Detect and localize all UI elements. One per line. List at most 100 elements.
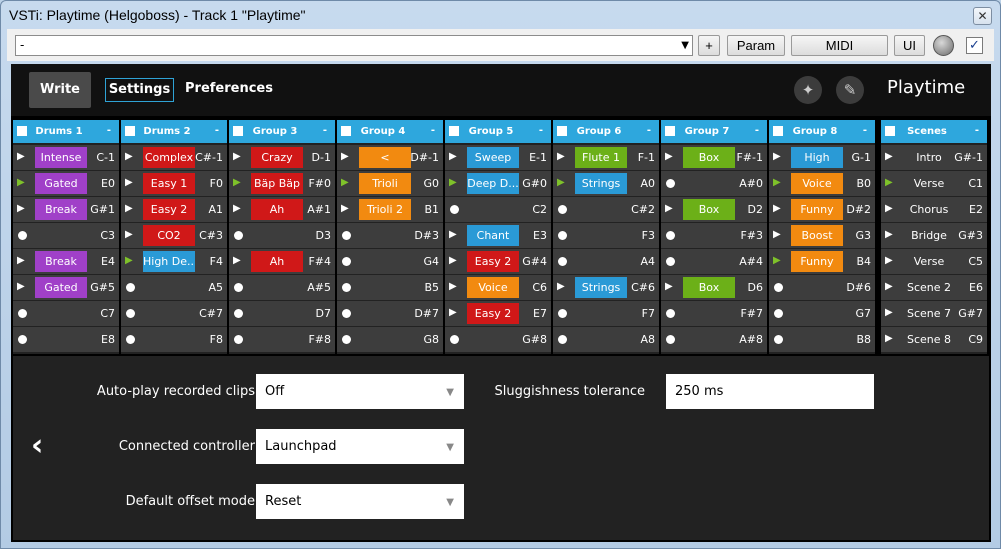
playing-icon[interactable]: ▶ <box>341 177 349 189</box>
play-icon[interactable]: ▶ <box>17 203 25 215</box>
record-dot-icon[interactable] <box>18 309 27 318</box>
play-icon[interactable]: ▶ <box>17 255 25 267</box>
clip-slot[interactable]: ▶ Strings A0 <box>553 171 659 196</box>
clip-slot[interactable]: D#3 <box>337 223 443 248</box>
column-menu[interactable]: - <box>647 125 651 136</box>
play-icon[interactable]: ▶ <box>341 203 349 215</box>
track-header[interactable]: Group 3 - <box>229 120 335 143</box>
scene-slot[interactable]: ▶ Bridge G#3 <box>881 223 987 248</box>
playing-icon[interactable]: ▶ <box>449 177 457 189</box>
clip-slot[interactable]: E8 <box>13 327 119 352</box>
play-icon[interactable]: ▶ <box>773 203 781 215</box>
track-header[interactable]: Group 6 - <box>553 120 659 143</box>
column-menu[interactable]: - <box>975 125 979 136</box>
record-dot-icon[interactable] <box>126 283 135 292</box>
clip-slot[interactable]: ▶ High G-1 <box>769 145 875 170</box>
record-dot-icon[interactable] <box>450 335 459 344</box>
record-dot-icon[interactable] <box>558 257 567 266</box>
clip-slot[interactable]: ▶ Box D6 <box>661 275 767 300</box>
record-dot-icon[interactable] <box>450 205 459 214</box>
clip-slot[interactable]: ▶ Break E4 <box>13 249 119 274</box>
clip-slot[interactable]: ▶ Ah A#1 <box>229 197 335 222</box>
clip-slot[interactable]: ▶ Easy 2 E7 <box>445 301 551 326</box>
clip-slot[interactable]: ▶ Gated G#5 <box>13 275 119 300</box>
clip-slot[interactable]: B5 <box>337 275 443 300</box>
play-icon[interactable]: ▶ <box>449 307 457 319</box>
clip-slot[interactable]: ▶ Boost G3 <box>769 223 875 248</box>
record-dot-icon[interactable] <box>342 335 351 344</box>
playing-icon[interactable]: ▶ <box>885 177 893 189</box>
play-icon[interactable]: ▶ <box>449 281 457 293</box>
record-dot-icon[interactable] <box>126 309 135 318</box>
column-menu[interactable]: - <box>539 125 543 136</box>
clip-slot[interactable]: ▶ Bäp Bäp F#0 <box>229 171 335 196</box>
record-dot-icon[interactable] <box>342 231 351 240</box>
track-header[interactable]: Group 8 - <box>769 120 875 143</box>
play-icon[interactable]: ▶ <box>17 281 25 293</box>
track-header[interactable]: Group 7 - <box>661 120 767 143</box>
clip-slot[interactable]: ▶ Break G#1 <box>13 197 119 222</box>
clip-slot[interactable]: ▶ Easy 1 F0 <box>121 171 227 196</box>
clip-slot[interactable]: C3 <box>13 223 119 248</box>
record-dot-icon[interactable] <box>558 309 567 318</box>
clip-slot[interactable]: C#7 <box>121 301 227 326</box>
track-header[interactable]: Drums 2 - <box>121 120 227 143</box>
clip-slot[interactable]: F#7 <box>661 301 767 326</box>
scene-slot[interactable]: ▶ Intro G#-1 <box>881 145 987 170</box>
close-button[interactable]: ✕ <box>973 7 992 25</box>
play-icon[interactable]: ▶ <box>449 229 457 241</box>
clip-slot[interactable]: B8 <box>769 327 875 352</box>
scene-slot[interactable]: ▶ Scene 7 G#7 <box>881 301 987 326</box>
playing-icon[interactable]: ▶ <box>17 177 25 189</box>
scene-slot[interactable]: ▶ Scene 2 E6 <box>881 275 987 300</box>
clip-slot[interactable]: ▶ Intense C-1 <box>13 145 119 170</box>
play-icon[interactable]: ▶ <box>233 151 241 163</box>
clip-slot[interactable]: ▶ Crazy D-1 <box>229 145 335 170</box>
record-dot-icon[interactable] <box>666 179 675 188</box>
clip-slot[interactable]: A#5 <box>229 275 335 300</box>
column-menu[interactable]: - <box>323 125 327 136</box>
wet-knob[interactable] <box>933 35 954 56</box>
clip-slot[interactable]: ▶ Funny B4 <box>769 249 875 274</box>
clip-slot[interactable]: D7 <box>229 301 335 326</box>
track-header[interactable]: Group 5 - <box>445 120 551 143</box>
clip-slot[interactable]: ▶ Trioli 2 B1 <box>337 197 443 222</box>
column-menu[interactable]: - <box>431 125 435 136</box>
clip-slot[interactable]: ▶ Complex C#-1 <box>121 145 227 170</box>
clip-slot[interactable]: ▶ Deep D... G#0 <box>445 171 551 196</box>
play-icon[interactable]: ▶ <box>773 229 781 241</box>
play-icon[interactable]: ▶ <box>885 151 893 163</box>
play-icon[interactable]: ▶ <box>665 281 673 293</box>
playing-icon[interactable]: ▶ <box>125 255 133 267</box>
clip-slot[interactable]: A4 <box>553 249 659 274</box>
clip-slot[interactable]: D#6 <box>769 275 875 300</box>
clip-slot[interactable]: F8 <box>121 327 227 352</box>
record-dot-icon[interactable] <box>666 257 675 266</box>
clip-slot[interactable]: ▶ Strings C#6 <box>553 275 659 300</box>
clip-slot[interactable]: F#3 <box>661 223 767 248</box>
clip-slot[interactable]: D3 <box>229 223 335 248</box>
playing-icon[interactable]: ▶ <box>557 177 565 189</box>
record-dot-icon[interactable] <box>774 335 783 344</box>
record-dot-icon[interactable] <box>774 283 783 292</box>
play-icon[interactable]: ▶ <box>17 151 25 163</box>
clip-slot[interactable]: ▶ Box D2 <box>661 197 767 222</box>
play-icon[interactable]: ▶ <box>125 151 133 163</box>
play-icon[interactable]: ▶ <box>125 229 133 241</box>
play-icon[interactable]: ▶ <box>773 151 781 163</box>
play-icon[interactable]: ▶ <box>665 203 673 215</box>
clip-slot[interactable]: G4 <box>337 249 443 274</box>
clip-slot[interactable]: A8 <box>553 327 659 352</box>
clip-slot[interactable]: ▶ Chant E3 <box>445 223 551 248</box>
track-header[interactable]: Drums 1 - <box>13 120 119 143</box>
column-menu[interactable]: - <box>107 125 111 136</box>
column-menu[interactable]: - <box>755 125 759 136</box>
clip-slot[interactable]: ▶ Voice C6 <box>445 275 551 300</box>
scene-slot[interactable]: ▶ Verse C1 <box>881 171 987 196</box>
clip-slot[interactable]: C7 <box>13 301 119 326</box>
clip-slot[interactable]: ▶ < D#-1 <box>337 145 443 170</box>
clip-slot[interactable]: D#7 <box>337 301 443 326</box>
play-icon[interactable]: ▶ <box>557 151 565 163</box>
clip-slot[interactable]: F7 <box>553 301 659 326</box>
clip-slot[interactable]: ▶ Flute 1 F-1 <box>553 145 659 170</box>
